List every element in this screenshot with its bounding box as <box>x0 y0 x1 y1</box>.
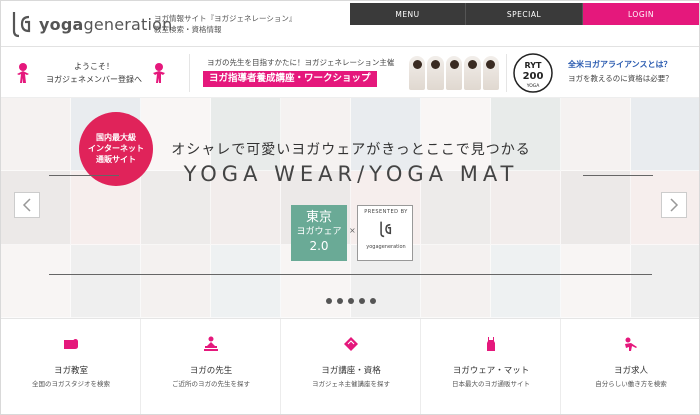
tokyo-yogawear-logo: 東京 ヨガウェア 2.0 <box>291 205 347 261</box>
promo-divider <box>506 54 507 92</box>
hero-headline-en: YOGA WEAR/YOGA MAT <box>183 162 519 186</box>
tokyo-line3: 2.0 <box>309 239 329 253</box>
register-text: ヨガジェネメンバー登録へ <box>46 75 142 84</box>
mat-icon <box>64 339 78 349</box>
job-icon <box>625 337 637 351</box>
site-tagline: ヨガ情報サイト『ヨガジェネレーション』 教室検索・資格情報 <box>154 13 344 35</box>
hero-headline-jp: オシャレで可愛いヨガウェアがきっとここで見つかる <box>171 142 531 158</box>
category-sub: 全国のヨガスタジオを検索 <box>32 380 110 388</box>
carousel-dot[interactable] <box>326 298 332 304</box>
carousel-dot[interactable] <box>359 298 365 304</box>
instructor-photo <box>464 56 481 90</box>
page-frame: yogageneration ヨガ情報サイト『ヨガジェネレーション』 教室検索・… <box>0 0 700 415</box>
category-title: ヨガ求人 <box>613 366 648 376</box>
carousel-prev-button[interactable] <box>14 192 40 218</box>
chevron-right-icon <box>670 198 679 212</box>
workshop-title: ヨガ指導者養成講座・ワークショップ <box>203 71 377 87</box>
category-sub: 日本最大のヨガ通販サイト <box>452 380 530 388</box>
tagline-line2: 教室検索・資格情報 <box>154 25 222 34</box>
carousel-dot[interactable] <box>370 298 376 304</box>
logo-mark-icon <box>12 12 31 38</box>
boy-figure-icon <box>153 63 165 83</box>
welcome-text: ようこそ！ <box>74 62 114 71</box>
presented-by-logo: PRESENTED BY yogageneration <box>357 205 413 261</box>
category-sub: 自分らしい働き方を検索 <box>595 380 667 388</box>
ryt-seal-number: 200 <box>523 71 544 82</box>
tagline-line1: ヨガ情報サイト『ヨガジェネレーション』 <box>154 14 297 23</box>
hero-carousel[interactable]: 国内最大級 インターネット 通販サイト オシャレで可愛いヨガウェアがきっとここで… <box>1 98 699 318</box>
category-sub: ご近所のヨガの先生を探す <box>172 380 250 388</box>
presented-by-text: PRESENTED BY <box>364 209 408 215</box>
workshop-caption: ヨガの先生を目指すかたに！ヨガジェネレーション主催 <box>207 58 395 67</box>
teacher-icon <box>204 336 218 351</box>
chevron-left-icon <box>22 198 31 212</box>
menu-button[interactable]: MENU <box>350 3 466 25</box>
category-menu: ヨガ教室 全国のヨガスタジオを検索 ヨガの先生 ご近所のヨガの先生を探す ヨガ講… <box>1 318 699 414</box>
ryt200-seal-icon[interactable]: RYT 200 YOGA <box>513 53 553 93</box>
logo-text: yogageneration <box>39 15 173 34</box>
category-studio[interactable]: ヨガ教室 全国のヨガスタジオを検索 <box>1 319 141 414</box>
ryt-seal-bottom: YOGA <box>526 83 541 89</box>
site-header: yogageneration ヨガ情報サイト『ヨガジェネレーション』 教室検索・… <box>1 1 699 47</box>
certificate-icon <box>344 337 358 351</box>
tokyo-line1: 東京 <box>305 210 332 225</box>
instructor-photos <box>409 56 500 90</box>
hero-rule-bottom <box>49 274 652 275</box>
presented-logo-text: yogageneration <box>366 244 406 250</box>
workshop-banner[interactable]: ヨガの先生を目指すかたに！ヨガジェネレーション主催 ヨガ指導者養成講座・ワークシ… <box>197 54 502 92</box>
logo-text-bold: yoga <box>39 14 84 34</box>
carousel-dot[interactable] <box>348 298 354 304</box>
carousel-dot[interactable] <box>337 298 343 304</box>
instructor-photo <box>427 56 444 90</box>
wear-icon <box>487 337 495 351</box>
main-nav: MENU SPECIAL LOGIN <box>350 3 699 25</box>
category-title: ヨガ教室 <box>53 366 88 376</box>
instructor-photo <box>482 56 500 90</box>
instructor-photo <box>409 56 426 90</box>
category-title: ヨガ講座・資格 <box>321 366 381 376</box>
girl-figure-icon <box>17 63 29 83</box>
presented-logo-mark-icon <box>380 221 392 238</box>
yoga-alliance-title: 全米ヨガアライアンスとは？ <box>568 60 672 69</box>
member-register-banner[interactable]: ようこそ！ ヨガジェネメンバー登録へ <box>9 58 181 90</box>
promo-divider <box>189 54 190 92</box>
category-jobs[interactable]: ヨガ求人 自分らしい働き方を検索 <box>561 319 699 414</box>
site-logo[interactable]: yogageneration <box>9 9 173 39</box>
login-button[interactable]: LOGIN <box>583 3 699 25</box>
instructor-photo <box>445 56 463 90</box>
carousel-next-button[interactable] <box>661 192 687 218</box>
collab-cross: × <box>349 226 356 235</box>
category-sub: ヨガジェネ主催講座を探す <box>312 380 390 388</box>
yoga-alliance-sub: ヨガを教えるのに資格は必要？ <box>568 74 673 83</box>
category-wear[interactable]: ヨガウェア・マット 日本最大のヨガ通販サイト <box>421 319 561 414</box>
promo-row: ようこそ！ ヨガジェネメンバー登録へ ヨガの先生を目指すかたに！ヨガジェネレーシ… <box>1 48 699 98</box>
category-teacher[interactable]: ヨガの先生 ご近所のヨガの先生を探す <box>141 319 281 414</box>
ryt-seal-top: RYT <box>525 61 543 70</box>
category-title: ヨガの先生 <box>189 366 233 376</box>
carousel-dots <box>326 298 376 304</box>
special-button[interactable]: SPECIAL <box>466 3 583 25</box>
tokyo-line2: ヨガウェア <box>296 227 342 237</box>
category-title: ヨガウェア・マット <box>452 366 530 376</box>
category-course[interactable]: ヨガ講座・資格 ヨガジェネ主催講座を探す <box>281 319 421 414</box>
